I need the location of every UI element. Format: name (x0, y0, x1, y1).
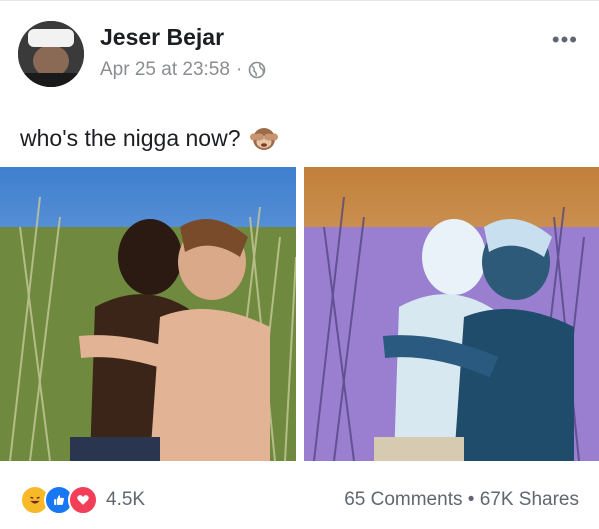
post-card: Jeser Bejar Apr 25 at 23:58 · ••• who's … (0, 0, 599, 529)
comments-count[interactable]: 65 Comments (344, 489, 462, 510)
post-stats: 4.5K 65 Comments • 67K Shares (0, 477, 599, 521)
more-options-icon[interactable]: ••• (552, 27, 578, 53)
photo-inverted[interactable] (304, 167, 599, 461)
post-header: Jeser Bejar Apr 25 at 23:58 · ••• (18, 15, 578, 87)
post-caption: who's the nigga now? (20, 123, 279, 153)
love-reaction-icon (68, 485, 98, 515)
meta-separator: · (235, 59, 243, 80)
reaction-count[interactable]: 4.5K (106, 489, 145, 511)
author-name[interactable]: Jeser Bejar (100, 24, 224, 51)
post-meta: Apr 25 at 23:58 · (100, 59, 266, 81)
engagement-separator: • (467, 489, 475, 510)
reactions-summary[interactable]: 4.5K (20, 485, 145, 515)
author-avatar[interactable] (18, 21, 84, 87)
post-timestamp[interactable]: Apr 25 at 23:58 (100, 59, 230, 81)
photo-grid (0, 167, 599, 461)
caption-text: who's the nigga now? (20, 124, 241, 151)
engagement-counts: 65 Comments • 67K Shares (344, 489, 579, 511)
shares-count[interactable]: 67K Shares (480, 489, 579, 510)
photo-original[interactable] (0, 167, 296, 461)
globe-icon (248, 61, 266, 79)
see-no-evil-monkey-icon (249, 123, 279, 153)
